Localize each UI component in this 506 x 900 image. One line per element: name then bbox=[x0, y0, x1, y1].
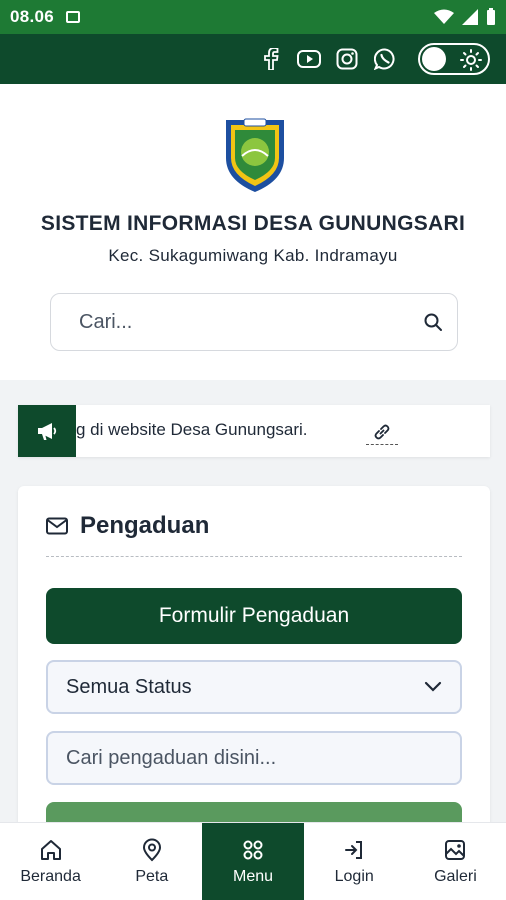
ticker-text: g di website Desa Gunungsari. bbox=[76, 420, 308, 439]
site-header: SISTEM INFORMASI DESA GUNUNGSARI Kec. Su… bbox=[0, 84, 506, 380]
login-icon bbox=[345, 840, 363, 859]
youtube-icon[interactable] bbox=[296, 46, 322, 72]
nav-item-peta[interactable]: Peta bbox=[101, 823, 202, 900]
nav-label: Menu bbox=[232, 867, 274, 885]
complaint-form-button[interactable]: Formulir Pengaduan bbox=[46, 588, 462, 644]
card-header: Pengaduan bbox=[46, 512, 209, 540]
instagram-icon[interactable] bbox=[334, 46, 360, 72]
megaphone-icon bbox=[18, 405, 76, 457]
status-indicators bbox=[434, 8, 496, 26]
home-icon bbox=[40, 839, 61, 860]
search-input[interactable] bbox=[79, 310, 423, 334]
site-search bbox=[50, 293, 458, 351]
battery-icon bbox=[487, 8, 495, 25]
nav-item-menu[interactable]: Menu bbox=[202, 823, 304, 900]
nav-item-login[interactable]: Login bbox=[304, 823, 405, 900]
village-logo bbox=[226, 118, 284, 192]
nav-label: Login bbox=[334, 867, 374, 885]
divider bbox=[46, 556, 462, 557]
signal-icon bbox=[462, 9, 478, 25]
bottom-nav: Beranda Peta Menu Login Galeri bbox=[0, 822, 506, 900]
image-notification-icon bbox=[66, 11, 81, 23]
announcement-ticker: g di website Desa Gunungsari. bbox=[18, 405, 490, 457]
sun-icon bbox=[460, 49, 482, 71]
nav-item-galeri[interactable]: Galeri bbox=[405, 823, 506, 900]
status-time: 08.06 bbox=[10, 7, 55, 26]
mail-icon bbox=[46, 517, 68, 535]
complaint-search-input[interactable] bbox=[66, 746, 442, 770]
site-subtitle: Kec. Sukagumiwang Kab. Indramayu bbox=[108, 246, 398, 265]
grid-icon bbox=[243, 840, 263, 859]
status-select-value: Semua Status bbox=[66, 675, 192, 698]
top-bar bbox=[0, 34, 506, 84]
nav-label: Peta bbox=[135, 867, 169, 885]
complaint-search-field bbox=[46, 731, 462, 785]
nav-label: Beranda bbox=[20, 867, 81, 885]
status-select[interactable]: Semua Status bbox=[46, 660, 462, 714]
theme-toggle[interactable] bbox=[418, 43, 490, 75]
nav-item-beranda[interactable]: Beranda bbox=[0, 823, 101, 900]
wifi-icon bbox=[434, 9, 454, 24]
link-icon[interactable] bbox=[366, 419, 398, 445]
nav-label: Galeri bbox=[434, 867, 477, 885]
status-bar: 08.06 bbox=[0, 0, 506, 34]
gallery-icon bbox=[445, 839, 466, 860]
facebook-icon[interactable] bbox=[258, 46, 284, 72]
toggle-knob bbox=[422, 47, 446, 71]
site-title: SISTEM INFORMASI DESA GUNUNGSARI bbox=[40, 212, 466, 235]
search-icon[interactable] bbox=[423, 312, 443, 332]
map-pin-icon bbox=[142, 838, 161, 861]
chevron-down-icon bbox=[424, 681, 442, 692]
whatsapp-icon[interactable] bbox=[372, 46, 398, 72]
card-title: Pengaduan bbox=[80, 512, 210, 539]
